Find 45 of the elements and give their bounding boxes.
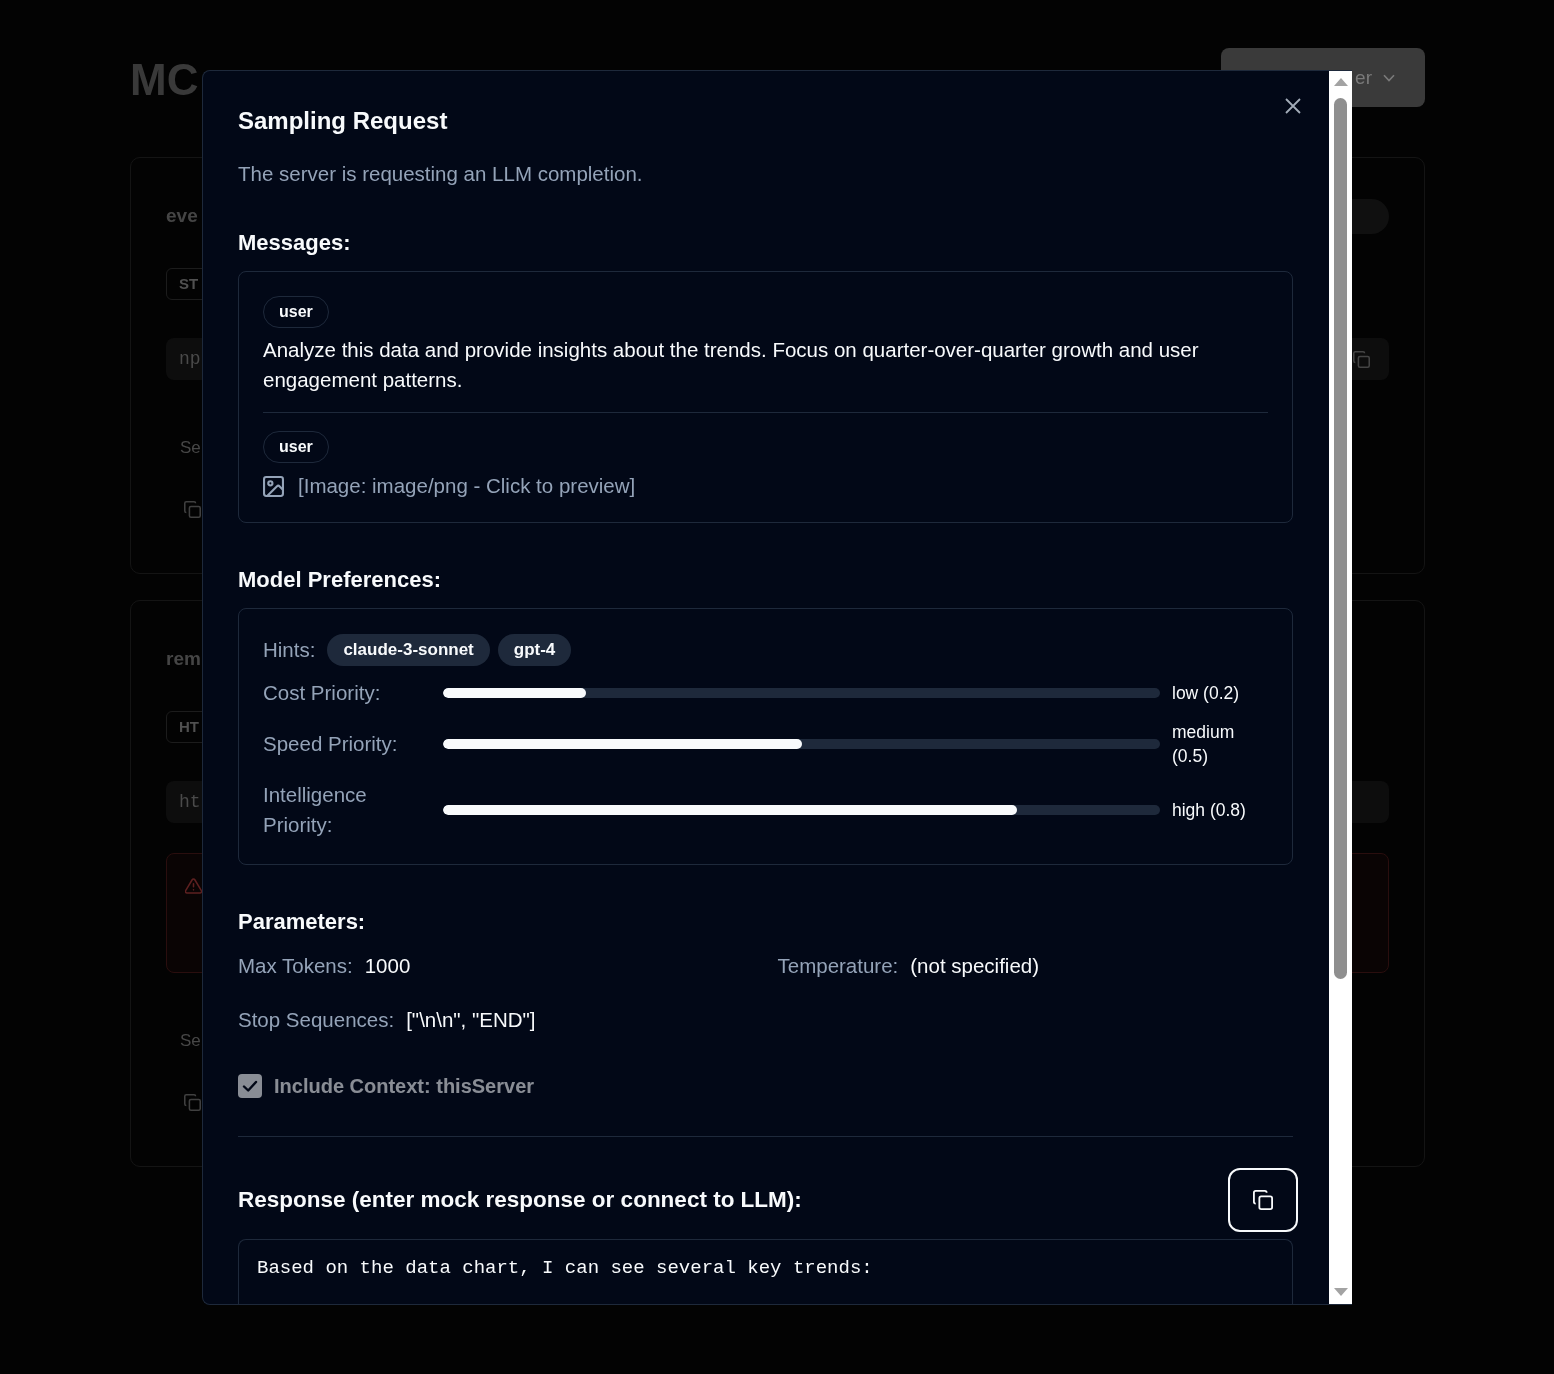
priority-label: Intelligence Priority:: [263, 782, 368, 838]
section-heading: Parameters:: [238, 908, 367, 936]
command-text: ht: [179, 792, 201, 812]
copy-icon: [1253, 1190, 1273, 1210]
chevron-down-icon: [1383, 73, 1395, 82]
section-label: Se: [180, 437, 201, 459]
scrollbar-track[interactable]: [1329, 71, 1352, 1304]
section-heading: Response (enter mock response or connect to LLM):: [238, 1186, 802, 1214]
parameter-value: 1000: [364, 953, 411, 979]
message-text: Analyze this data and provide insights about the trends. Focus on quarter-over-quarter growth and user engagement patterns.: [263, 337, 1200, 393]
image-preview-link[interactable]: [Image: image/png - Click to preview]: [298, 474, 636, 498]
parameter-label: Temperature:: [777, 953, 899, 979]
copy-icon[interactable]: [184, 1094, 201, 1111]
dialog-title: Sampling Request: [238, 106, 449, 136]
scroll-up-arrow-icon[interactable]: [1333, 78, 1348, 86]
dialog-description: The server is requesting an LLM completion.: [238, 161, 644, 187]
warning-icon: [185, 878, 202, 894]
copy-icon[interactable]: [1353, 350, 1370, 368]
card-title: rem: [166, 647, 201, 671]
section-heading: Messages:: [238, 229, 352, 257]
scrollbar-thumb[interactable]: [1334, 98, 1347, 979]
card-title: eve: [166, 204, 198, 228]
priority-reading: low (0.2): [1172, 682, 1241, 705]
image-icon: [263, 475, 284, 497]
copy-icon[interactable]: [184, 501, 201, 518]
close-button[interactable]: [1285, 98, 1301, 114]
scroll-down-arrow-icon[interactable]: [1333, 1288, 1348, 1296]
priority-label: Speed Priority:: [263, 731, 399, 757]
checkbox-label: Include Context: thisServer: [274, 1074, 535, 1098]
priority-reading: medium (0.5): [1172, 721, 1236, 768]
parameter-value: ["\n\n", "END"]: [406, 1007, 536, 1033]
response-textarea[interactable]: Based on the data chart, I can see several key trends:: [238, 1239, 1293, 1304]
parameter-label: Stop Sequences:: [238, 1007, 395, 1033]
copy-button[interactable]: [1228, 1168, 1298, 1232]
priority-label: Cost Priority:: [263, 680, 382, 706]
close-icon: [1285, 98, 1301, 114]
hints-label: Hints:: [263, 638, 316, 662]
section-label: Se: [180, 1030, 201, 1052]
parameter-label: Max Tokens:: [238, 953, 353, 979]
priority-reading: high (0.8): [1172, 799, 1247, 822]
hint-chip: gpt-4: [497, 634, 572, 666]
section-heading: Model Preferences:: [238, 566, 442, 594]
command-text: np: [179, 349, 201, 369]
parameter-value: (not specified): [910, 953, 1040, 979]
hint-chip: claude-3-sonnet: [327, 634, 490, 666]
